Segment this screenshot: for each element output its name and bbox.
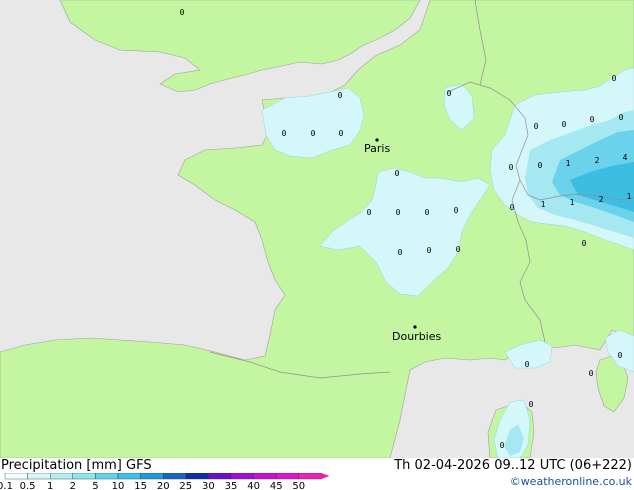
grid-value: 1 — [566, 159, 571, 168]
legend-label: 35 — [225, 481, 238, 490]
legend-swatch — [208, 473, 232, 480]
legend-swatch — [95, 473, 119, 480]
grid-value: 0 — [338, 91, 343, 100]
city-dourbies-marker — [413, 325, 417, 329]
grid-value: 0 — [618, 351, 623, 360]
grid-value: 0 — [447, 89, 452, 98]
legend-label: 15 — [134, 481, 147, 490]
legend-label: 45 — [270, 481, 283, 490]
grid-value: 0 — [398, 248, 403, 257]
grid-value: 1 — [541, 200, 546, 209]
forecast-datetime: Th 02-04-2026 09..12 UTC (06+222) — [394, 458, 632, 473]
grid-value: 0 — [427, 246, 432, 255]
grid-value: 0 — [525, 360, 530, 369]
legend-label: 5 — [92, 481, 98, 490]
grid-value: 0 — [311, 129, 316, 138]
grid-value: 0 — [529, 400, 534, 409]
grid-value: 1 — [627, 192, 632, 201]
grid-value: 0 — [367, 208, 372, 217]
grid-value: 0 — [589, 369, 594, 378]
legend-swatch — [253, 473, 277, 480]
city-dourbies-label: Dourbies — [392, 330, 442, 343]
product-title: Precipitation [mm] GFS — [1, 458, 152, 473]
grid-value: 0 — [454, 206, 459, 215]
grid-value: 0 — [510, 203, 515, 212]
grid-value: 0 — [282, 129, 287, 138]
grid-value: 1 — [570, 198, 575, 207]
legend-swatch — [50, 473, 74, 480]
legend-label: 0.5 — [20, 481, 36, 490]
precipitation-map: Paris Dourbies 0 0 0 0 0 0 0 0 0 0 0 0 0… — [0, 0, 634, 458]
grid-value: 4 — [623, 153, 628, 162]
legend-swatch — [140, 473, 164, 480]
legend-swatch — [4, 473, 28, 480]
site-credit: ©weatheronline.co.uk — [509, 475, 632, 488]
grid-value: 0 — [396, 208, 401, 217]
legend-label: 20 — [157, 481, 170, 490]
legend-label: 10 — [112, 481, 125, 490]
legend-label: 40 — [247, 481, 260, 490]
grid-value: 0 — [395, 169, 400, 178]
city-paris-label: Paris — [364, 142, 390, 155]
legend-label: 50 — [292, 481, 305, 490]
legend-label: 1 — [47, 481, 53, 490]
grid-value: 0 — [562, 120, 567, 129]
legend-arrow — [321, 473, 330, 479]
legend-swatch — [72, 473, 96, 480]
grid-value: 0 — [590, 115, 595, 124]
legend-swatch — [276, 473, 300, 480]
grid-value: 0 — [612, 74, 617, 83]
grid-value: 0 — [500, 441, 505, 450]
grid-value: 2 — [599, 195, 604, 204]
legend-label: 25 — [179, 481, 192, 490]
legend-swatch — [298, 473, 322, 480]
legend-swatch — [117, 473, 141, 480]
legend-swatch — [185, 473, 209, 480]
grid-value: 2 — [595, 156, 600, 165]
map-footer: Precipitation [mm] GFS Th 02-04-2026 09.… — [0, 458, 634, 490]
legend-label: 2 — [70, 481, 76, 490]
legend-swatch — [162, 473, 186, 480]
grid-value: 0 — [339, 129, 344, 138]
grid-value: 0 — [582, 239, 587, 248]
grid-value: 0 — [456, 245, 461, 254]
legend-swatch — [27, 473, 51, 480]
legend-label: 30 — [202, 481, 215, 490]
grid-value: 0 — [180, 8, 185, 17]
grid-value: 0 — [538, 161, 543, 170]
grid-value: 0 — [509, 163, 514, 172]
legend-label: 0.1 — [0, 481, 13, 490]
legend-swatch — [230, 473, 254, 480]
grid-value: 0 — [425, 208, 430, 217]
precip-legend: 0.1 0.5 1 2 5 10 15 20 25 30 35 40 45 50 — [0, 473, 330, 490]
grid-value: 0 — [534, 122, 539, 131]
grid-value: 0 — [619, 113, 624, 122]
